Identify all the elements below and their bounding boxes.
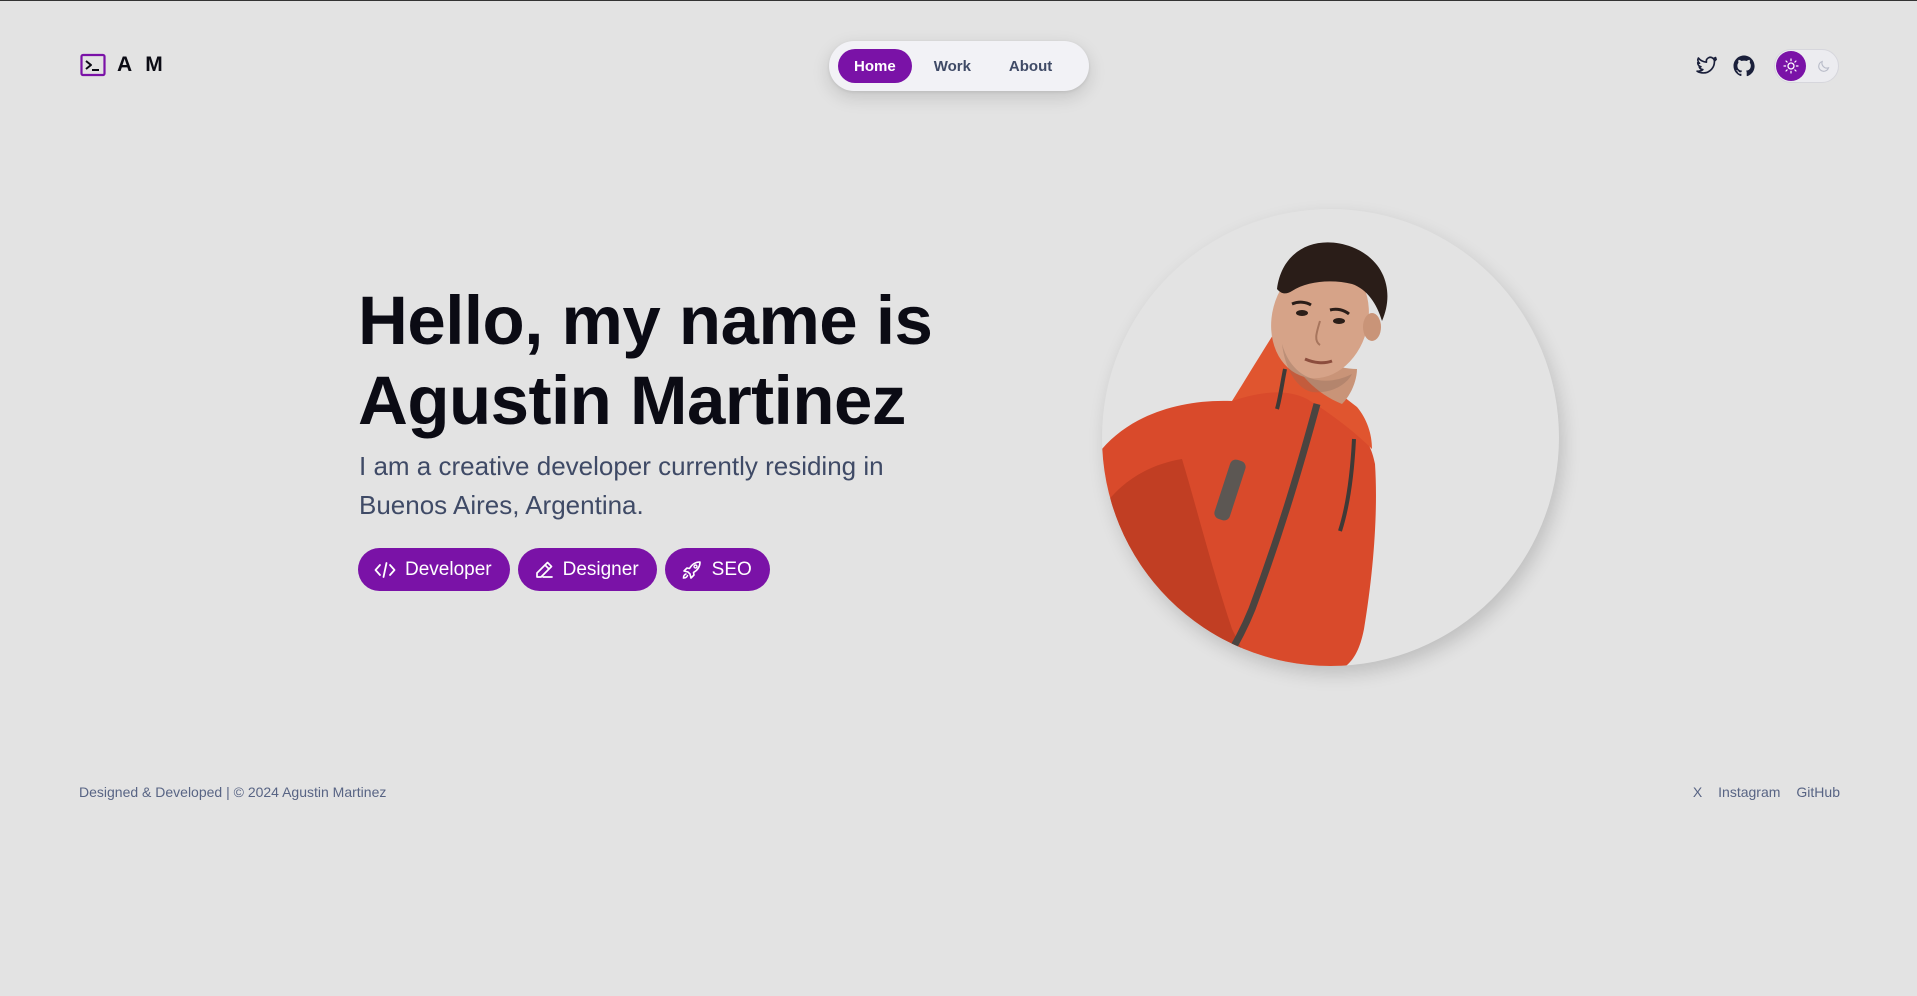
rocket-icon [682,560,701,579]
moon-icon-wrap [1816,58,1832,74]
sun-icon [1783,58,1799,74]
footer-link-instagram[interactable]: Instagram [1718,784,1780,800]
tag-developer-label: Developer [405,558,492,580]
tag-developer[interactable]: Developer [358,548,510,591]
tag-seo-label: SEO [711,558,752,580]
nav-home[interactable]: Home [838,49,912,83]
code-icon [374,561,396,578]
tag-designer[interactable]: Designer [517,548,657,591]
github-icon [1733,55,1755,77]
footer-link-x[interactable]: X [1693,784,1702,800]
person-photo [1102,242,1388,666]
tag-designer-label: Designer [562,558,639,580]
hero-title: Hello, my name is Agustin Martinez [358,281,998,441]
logo[interactable]: A M [80,53,167,77]
footer-copyright: Designed & Developed | © 2024 Agustin Ma… [79,784,387,800]
hero-title-line1: Hello, my name is [358,282,933,359]
hero-title-line2: Agustin Martinez [358,362,906,439]
footer-links: X Instagram GitHub [1693,784,1840,800]
pencil-icon [535,561,553,578]
profile-photo [1102,209,1559,666]
skill-tags: Developer Designer SEO [358,548,770,591]
terminal-icon [80,53,106,77]
theme-toggle[interactable] [1774,49,1839,83]
footer-link-github[interactable]: GitHub [1796,784,1840,800]
main-nav: Home Work About [829,41,1089,91]
twitter-link[interactable] [1694,53,1720,79]
moon-icon [1818,60,1830,72]
nav-about[interactable]: About [993,49,1068,83]
hero-subtitle: I am a creative developer currently resi… [359,447,959,525]
site-header: A M Home Work About [0,1,1917,131]
hero-subtitle-line1: I am a creative developer currently resi… [359,451,884,481]
theme-toggle-knob [1776,51,1806,81]
nav-work[interactable]: Work [918,49,987,83]
hero-subtitle-line2: Buenos Aires, Argentina. [359,490,644,520]
twitter-icon [1696,56,1718,74]
github-link[interactable] [1731,53,1757,79]
logo-text: A M [117,53,167,76]
tag-seo[interactable]: SEO [664,548,770,591]
